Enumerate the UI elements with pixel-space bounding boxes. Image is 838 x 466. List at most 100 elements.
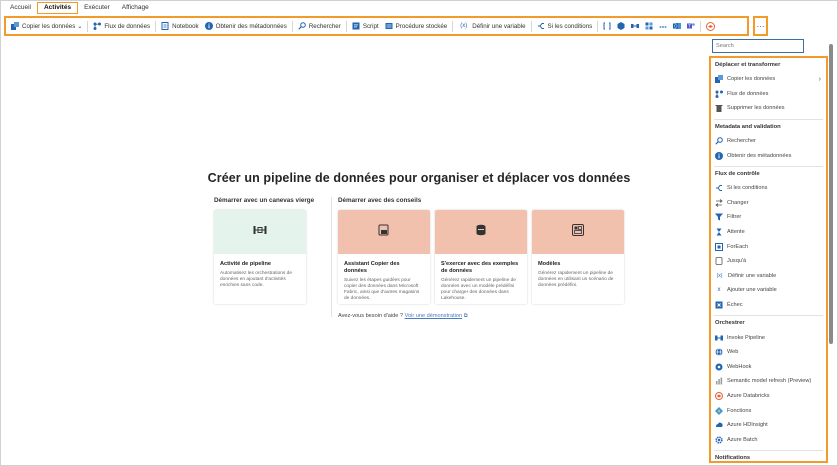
activities-toolbar: Copier les données ⌄ Flux de données Not… — [4, 16, 749, 36]
hdinsight-icon — [715, 421, 723, 429]
branch-icon — [537, 22, 545, 30]
chevron-down-icon: ⌄ — [77, 23, 83, 30]
activities-panel: Déplacer et transformer Copier les donné… — [709, 56, 828, 463]
pipeline-icon — [715, 334, 723, 342]
toolbar-divider — [155, 20, 157, 32]
panel-item-copy-data[interactable]: Copier les données › — [711, 72, 826, 87]
section-notifications: Notifications — [715, 455, 751, 462]
panel-item-azure-hdinsight[interactable]: Azure HDInsight — [711, 418, 826, 433]
panel-item-wait[interactable]: Attente — [711, 225, 826, 240]
script-button[interactable]: Script — [349, 18, 382, 34]
script-icon — [352, 22, 360, 30]
webhook-icon — [715, 363, 723, 371]
panel-item-switch[interactable]: Changer — [711, 196, 826, 211]
copy-data-button[interactable]: Copier les données ⌄ — [8, 18, 85, 34]
tab-affichage[interactable]: Affichage — [116, 2, 155, 14]
panel-item-dataflow[interactable]: Flux de données — [711, 87, 826, 102]
teams-icon[interactable]: T — [684, 18, 698, 34]
refresh-icon — [715, 377, 723, 385]
if-condition-button[interactable]: Si les conditions — [534, 18, 596, 34]
notebook-button[interactable]: Notebook — [158, 18, 202, 34]
set-variable-button[interactable]: (x) Définir une variable — [455, 18, 528, 34]
toolbar-divider — [291, 20, 293, 32]
stored-procedure-icon — [385, 22, 393, 30]
help-line: Avez-vous besoin d'aide ? Voir une démon… — [338, 313, 468, 320]
tab-accueil[interactable]: Accueil — [4, 2, 37, 14]
card-templates[interactable]: Modèles Générez rapidement un pipeline d… — [532, 210, 624, 304]
panel-item-set-variable[interactable]: (x) Définir une variable — [711, 269, 826, 284]
panel-item-foreach[interactable]: ForEach — [711, 239, 826, 254]
demo-link[interactable]: Voir une démonstration — [405, 313, 463, 319]
databricks-icon — [715, 391, 723, 400]
filter-icon — [715, 213, 723, 221]
toolbar-divider — [530, 20, 532, 32]
notebook-icon — [161, 22, 169, 30]
menu-bar: Accueil Activités Exécuter Affichage — [4, 2, 155, 14]
card-description: Automatisez les orchestrations de donnée… — [220, 271, 292, 288]
append-variable-icon: x — [717, 287, 721, 294]
search-icon — [715, 137, 723, 145]
panel-item-fail[interactable]: Échec — [711, 298, 826, 313]
panel-item-delete-data[interactable]: Supprimer les données — [711, 101, 826, 116]
toolbar-divider — [597, 20, 599, 32]
card-sample-data[interactable]: S'exercer avec des exemples de données G… — [435, 210, 527, 304]
panel-item-if-condition[interactable]: Si les conditions — [711, 181, 826, 196]
bracket-icon[interactable] — [600, 18, 614, 34]
tab-executer[interactable]: Exécuter — [78, 2, 116, 14]
panel-item-get-metadata[interactable]: Obtenir des métadonnées — [711, 148, 826, 163]
tab-activites[interactable]: Activités — [36, 2, 79, 14]
panel-item-append-variable[interactable]: x Ajouter une variable — [711, 283, 826, 298]
pipeline-icon[interactable] — [628, 18, 642, 34]
card-pipeline-activity[interactable]: Activité de pipeline Automatisez les orc… — [214, 210, 306, 304]
lookup-button[interactable]: Rechercher — [295, 18, 344, 34]
toolbar-divider — [345, 20, 347, 32]
card-title: Activité de pipeline — [220, 261, 271, 267]
card-banner — [435, 210, 527, 254]
activities-search-input[interactable] — [712, 39, 804, 53]
card-copy-assistant[interactable]: Assistant Copier des données Suivez les … — [338, 210, 430, 304]
dataflow-icon — [93, 22, 102, 30]
more-activities-button[interactable]: ··· — [753, 16, 768, 36]
hourglass-icon — [715, 228, 723, 236]
section-metadata-validation: Metadata and validation — [715, 123, 781, 130]
panel-item-functions[interactable]: Fonctions — [711, 403, 826, 418]
until-icon — [715, 257, 723, 266]
panel-item-filter[interactable]: Filtrer — [711, 210, 826, 225]
card-description: Suivez les étapes guidées pour copier de… — [344, 278, 420, 301]
stored-procedure-button[interactable]: Procédure stockée — [382, 18, 451, 34]
panel-item-semantic-model-refresh[interactable]: Semantic model refresh (Preview) — [711, 374, 826, 389]
card-banner — [214, 210, 306, 254]
external-link-icon: ⧉ — [463, 313, 468, 319]
panel-item-webhook[interactable]: WebHook — [711, 360, 826, 375]
panel-item-azure-batch[interactable]: Azure Batch — [711, 432, 826, 447]
function-icon — [715, 406, 723, 415]
panel-scrollbar[interactable] — [829, 44, 833, 344]
card-description: Générez rapidement un pipeline de donnée… — [441, 278, 516, 301]
toolbar-divider — [452, 20, 454, 32]
panel-item-lookup[interactable]: Rechercher — [711, 134, 826, 149]
trash-icon — [715, 104, 723, 113]
card-title: S'exercer avec des exemples de données — [441, 261, 519, 274]
card-banner — [532, 210, 624, 254]
panel-item-invoke-pipeline[interactable]: Invoke Pipeline — [711, 330, 826, 345]
dots-icon[interactable] — [656, 18, 670, 34]
gear-icon — [715, 436, 723, 444]
switch-icon — [715, 199, 723, 207]
guided-start-label: Démarrer avec des conseils — [338, 197, 422, 204]
hexagon-icon[interactable] — [614, 18, 628, 34]
panel-item-web[interactable]: Web — [711, 345, 826, 360]
get-metadata-button[interactable]: Obtenir des métadonnées — [202, 18, 290, 34]
toolbar-divider — [87, 20, 89, 32]
panel-item-azure-databricks[interactable]: Azure Databricks — [711, 389, 826, 404]
loop-icon — [715, 242, 723, 251]
variable-icon: (x) — [460, 23, 468, 29]
grid-icon[interactable] — [642, 18, 656, 34]
card-description: Générez rapidement un pipeline de donnée… — [538, 271, 614, 288]
databricks-icon[interactable] — [703, 18, 717, 34]
dataflow-button[interactable]: Flux de données — [90, 18, 153, 34]
outlook-icon[interactable]: O — [670, 18, 684, 34]
chevron-right-icon: › — [818, 75, 821, 83]
copy-assistant-icon — [378, 223, 390, 241]
panel-item-until[interactable]: Jusqu'à — [711, 254, 826, 269]
svg-text:O: O — [674, 24, 678, 29]
